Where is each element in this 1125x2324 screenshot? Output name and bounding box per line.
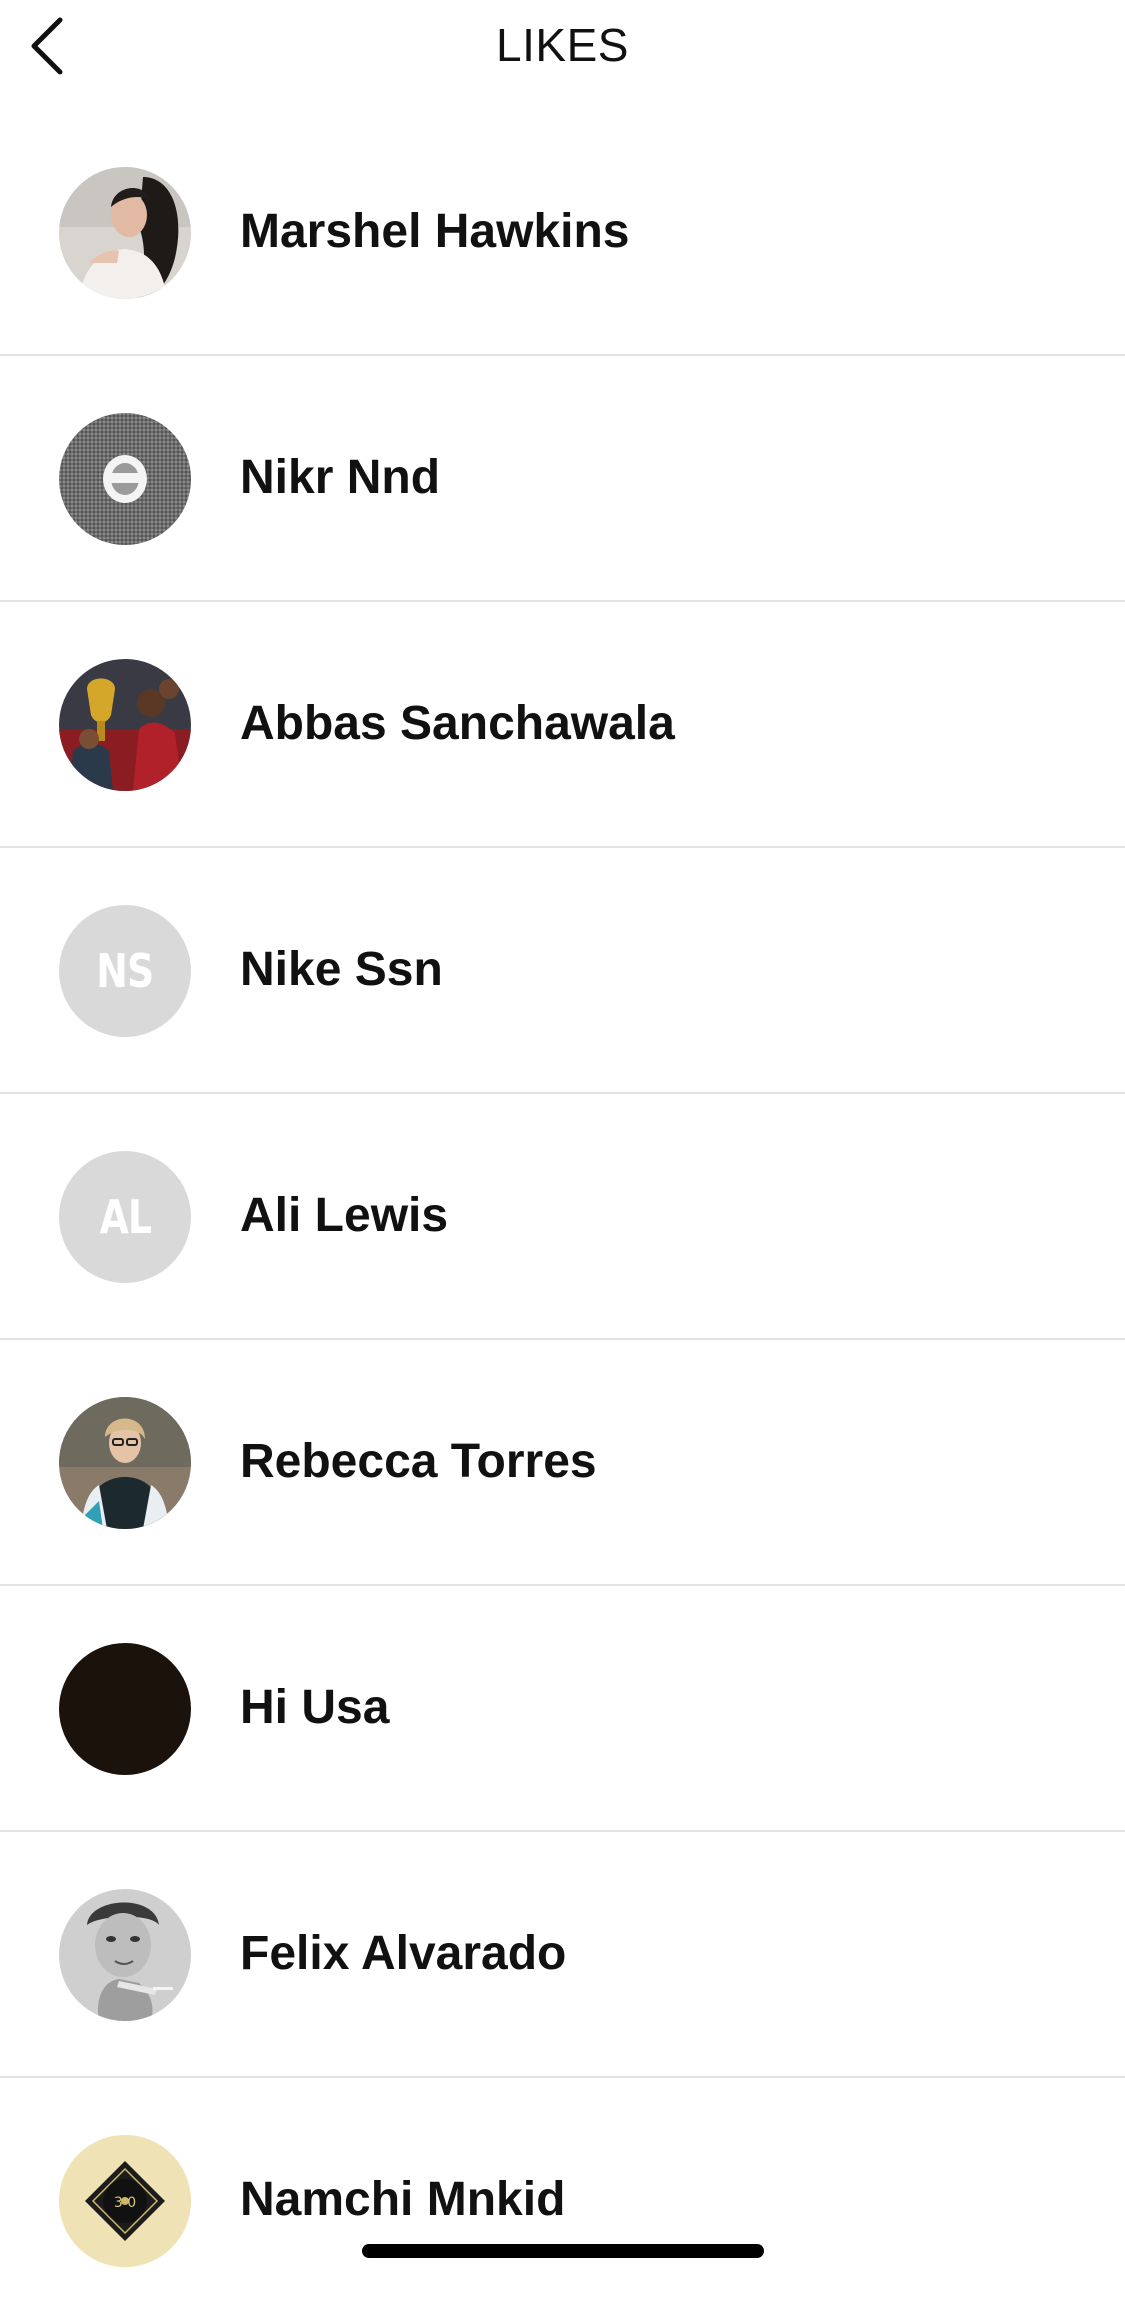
avatar [59, 659, 191, 791]
user-name: Felix Alvarado [240, 1927, 567, 1980]
user-name: Rebecca Torres [240, 1435, 597, 1488]
avatar: NS [59, 905, 191, 1037]
user-name: Nikr Nnd [240, 451, 441, 504]
likes-list: Marshel Hawkins Nikr Nnd Abbas Sanchawal… [0, 110, 1125, 2324]
avatar [59, 1397, 191, 1529]
list-item[interactable]: NS Nike Ssn [0, 848, 1125, 1094]
list-item[interactable]: Rebecca Torres [0, 1340, 1125, 1586]
list-item[interactable]: Marshel Hawkins [0, 110, 1125, 356]
list-item[interactable]: Hi Usa [0, 1586, 1125, 1832]
avatar [59, 1889, 191, 2021]
avatar: AL [59, 1151, 191, 1283]
user-name: Namchi Mnkid [240, 2173, 566, 2226]
avatar [59, 413, 191, 545]
header-bar: LIKES [0, 0, 1125, 96]
avatar [59, 167, 191, 299]
avatar [59, 1643, 191, 1775]
user-name: Hi Usa [240, 1681, 390, 1734]
avatar: 3 0 [59, 2135, 191, 2267]
page-title: LIKES [496, 19, 629, 71]
user-name: Abbas Sanchawala [240, 697, 675, 750]
badge-text: 3 0 [114, 2195, 136, 2211]
list-item[interactable]: Felix Alvarado [0, 1832, 1125, 2078]
user-name: Marshel Hawkins [240, 205, 630, 258]
list-item[interactable]: AL Ali Lewis [0, 1094, 1125, 1340]
user-name: Ali Lewis [240, 1189, 449, 1242]
list-item[interactable]: Nikr Nnd [0, 356, 1125, 602]
avatar-initials: AL [99, 1190, 151, 1244]
home-indicator[interactable] [362, 2244, 764, 2258]
list-item[interactable]: Abbas Sanchawala [0, 602, 1125, 848]
avatar-initials: NS [96, 944, 154, 998]
user-name: Nike Ssn [240, 943, 443, 996]
list-item[interactable]: 3 0 Namchi Mnkid [0, 2078, 1125, 2324]
